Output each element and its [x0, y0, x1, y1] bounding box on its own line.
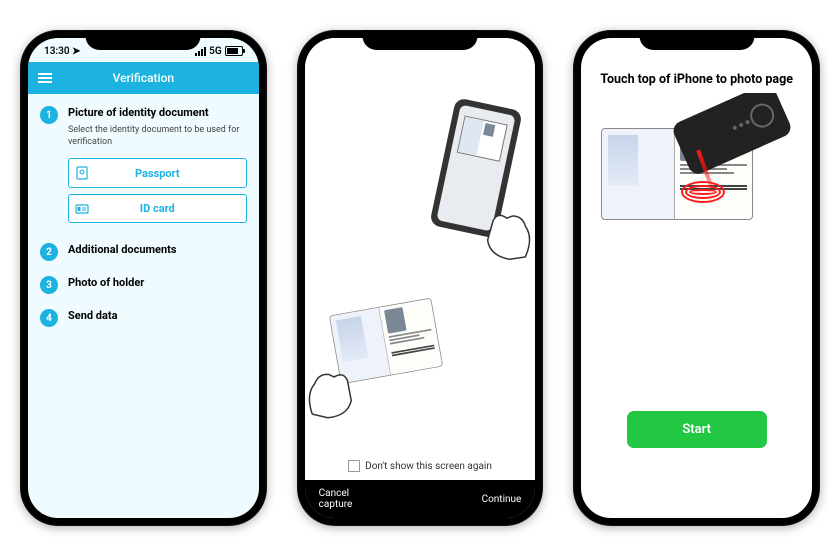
- step-title: Send data: [68, 309, 118, 322]
- step-number: 3: [40, 276, 58, 294]
- dont-show-label: Don't show this screen again: [365, 461, 492, 472]
- capture-illustration: [305, 38, 536, 452]
- step-3[interactable]: 3 Photo of holder: [40, 276, 247, 295]
- phone-mockup-1: 13:30 ➤ 5G Verification 1 Picture of ide…: [20, 30, 267, 526]
- idcard-label: ID card: [95, 202, 246, 215]
- step-description: Select the identity document to be used …: [68, 125, 247, 148]
- app-header: Verification: [28, 62, 259, 94]
- illustration-hand-left: [305, 349, 373, 425]
- step-4[interactable]: 4 Send data: [40, 309, 247, 328]
- step-number: 1: [40, 106, 58, 124]
- dont-show-row[interactable]: Don't show this screen again: [305, 452, 536, 480]
- start-button[interactable]: Start: [627, 411, 767, 448]
- status-time: 13:30: [44, 46, 70, 57]
- phone-notch: [86, 30, 201, 50]
- step-2[interactable]: 2 Additional documents: [40, 243, 247, 262]
- location-icon: ➤: [72, 46, 80, 57]
- passport-button[interactable]: Passport: [68, 158, 247, 188]
- battery-icon: [225, 46, 243, 56]
- dont-show-checkbox[interactable]: [348, 460, 360, 472]
- illustration-hand-right: [465, 187, 536, 268]
- phone-notch: [639, 30, 754, 50]
- step-title: Photo of holder: [68, 276, 144, 289]
- signal-icon: [195, 47, 206, 56]
- idcard-icon: [69, 204, 95, 214]
- cancel-capture-button[interactable]: Cancelcapture: [319, 488, 353, 510]
- step-title: Picture of identity document: [68, 106, 247, 119]
- bottom-bar: Cancelcapture Continue: [305, 480, 536, 518]
- step-number: 4: [40, 309, 58, 327]
- passport-label: Passport: [95, 167, 246, 180]
- idcard-button[interactable]: ID card: [68, 194, 247, 223]
- network-label: 5G: [209, 46, 222, 57]
- step-number: 2: [40, 243, 58, 261]
- phone-mockup-2: Don't show this screen again Cancelcaptu…: [297, 30, 544, 526]
- phone-notch: [363, 30, 478, 50]
- phone-mockup-3: Touch top of iPhone to photo page Start: [573, 30, 820, 526]
- illustration-nfc-target: [681, 181, 725, 203]
- passport-icon: [69, 166, 95, 180]
- menu-icon[interactable]: [38, 73, 52, 83]
- nfc-illustration: [581, 93, 812, 411]
- step-1: 1 Picture of identity document Select th…: [40, 106, 247, 229]
- header-title: Verification: [28, 71, 259, 85]
- continue-button[interactable]: Continue: [482, 494, 522, 505]
- step-title: Additional documents: [68, 243, 177, 256]
